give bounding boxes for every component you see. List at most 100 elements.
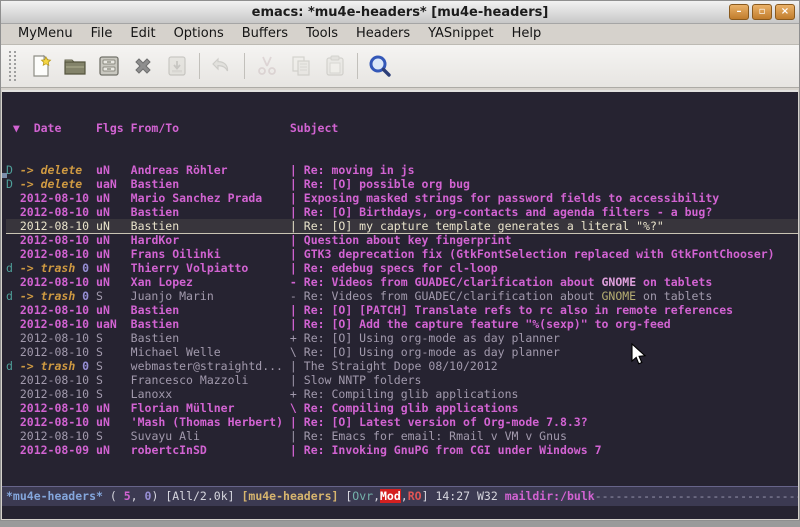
titlebar[interactable]: emacs: *mu4e-headers* [mu4e-headers] – ▫… bbox=[1, 1, 799, 24]
message-row[interactable]: 2012-08-10 uN 'Mash (Thomas Herbert) | R… bbox=[6, 415, 798, 429]
menu-item-yasnippet[interactable]: YASnippet bbox=[419, 24, 503, 44]
mark-target-digit bbox=[89, 387, 96, 401]
menu-item-tools[interactable]: Tools bbox=[297, 24, 347, 44]
message-row[interactable]: 2012-08-10 S Francesco Mazzoli | Slow NN… bbox=[6, 373, 798, 387]
scrollbar-thumb[interactable] bbox=[2, 173, 7, 178]
from-field: 'Mash (Thomas Herbert) bbox=[131, 415, 290, 429]
message-row[interactable]: 2012-08-10 S Michael Welle \ Re: [O] Usi… bbox=[6, 345, 798, 359]
menu-item-file[interactable]: File bbox=[82, 24, 122, 44]
message-row[interactable]: d -> trash 0 S Juanjo Marin - Re: Videos… bbox=[6, 289, 798, 303]
thread-indicator: + bbox=[290, 331, 304, 345]
modeline-text: ( bbox=[103, 489, 124, 503]
flags-field: uN bbox=[96, 219, 131, 233]
save-icon[interactable] bbox=[92, 50, 126, 82]
message-row[interactable]: 2012-08-10 uN Mario Sanchez Prada | Expo… bbox=[6, 191, 798, 205]
maximize-button[interactable]: ▫ bbox=[752, 4, 772, 20]
close-button[interactable]: × bbox=[775, 4, 795, 20]
mark-char bbox=[6, 303, 20, 317]
flags-field: uN bbox=[96, 205, 131, 219]
new-file-icon[interactable] bbox=[24, 50, 58, 82]
flags-field: uN bbox=[96, 303, 131, 317]
message-row[interactable]: d -> trash 0 S webmaster@straightd... | … bbox=[6, 359, 798, 373]
minimize-button[interactable]: – bbox=[729, 4, 749, 20]
message-row[interactable]: d -> trash 0 uN Thierry Volpiatto | Re: … bbox=[6, 261, 798, 275]
modeline[interactable]: *mu4e-headers* ( 5, 0) [All/2.0k] [mu4e-… bbox=[2, 486, 798, 506]
thread-indicator: | bbox=[290, 163, 304, 177]
menu-item-buffers[interactable]: Buffers bbox=[233, 24, 297, 44]
thread-indicator: | bbox=[290, 233, 304, 247]
menu-item-options[interactable]: Options bbox=[165, 24, 233, 44]
subject-field: Re: [O] Add the capture feature "%(sexp)… bbox=[304, 317, 671, 331]
menubar: MyMenuFileEditOptionsBuffersToolsHeaders… bbox=[1, 24, 799, 45]
menu-item-help[interactable]: Help bbox=[503, 24, 551, 44]
mark-target-digit bbox=[82, 163, 96, 177]
column-headers[interactable]: ▼ Date Flgs From/To Subject bbox=[6, 121, 798, 135]
from-field: Thierry Volpiatto bbox=[131, 261, 290, 275]
flags-field: S bbox=[96, 331, 131, 345]
message-row[interactable]: D -> delete uaN Bastien | Re: [O] possib… bbox=[6, 177, 798, 191]
window-title: emacs: *mu4e-headers* [mu4e-headers] bbox=[252, 5, 549, 20]
message-row[interactable]: 2012-08-10 S Bastien + Re: [O] Using org… bbox=[6, 331, 798, 345]
date-field: 2012-08-10 bbox=[20, 373, 89, 387]
message-row[interactable]: 2012-08-10 S Suvayu Ali | Re: Emacs for … bbox=[6, 429, 798, 443]
save-as-icon[interactable] bbox=[160, 50, 194, 82]
message-row[interactable]: 2012-08-10 S Lanoxx + Re: Compiling glib… bbox=[6, 387, 798, 401]
message-row[interactable]: 2012-08-10 uN HardKor | Question about k… bbox=[6, 233, 798, 247]
flags-field: uN bbox=[96, 261, 131, 275]
from-field: Bastien bbox=[131, 177, 290, 191]
mark-target-digit bbox=[89, 429, 96, 443]
mark-target-digit bbox=[89, 233, 96, 247]
message-row[interactable]: 2012-08-10 uN Xan Lopez - Re: Videos fro… bbox=[6, 275, 798, 289]
mark-char bbox=[6, 415, 20, 429]
toolbar-grip[interactable] bbox=[9, 51, 16, 81]
thread-indicator: | bbox=[290, 261, 304, 275]
modeline-count-unread: 5 bbox=[124, 489, 131, 503]
cut-icon[interactable] bbox=[250, 50, 284, 82]
menu-item-mymenu[interactable]: MyMenu bbox=[9, 24, 82, 44]
subject-field: Re: [O] Using org-mode as day planner bbox=[304, 345, 560, 359]
search-icon[interactable] bbox=[363, 50, 397, 82]
message-row[interactable]: 2012-08-09 uN robertcInSD | Re: Invoking… bbox=[6, 443, 798, 457]
thread-indicator: | bbox=[290, 443, 304, 457]
menu-item-headers[interactable]: Headers bbox=[347, 24, 419, 44]
mark-char bbox=[6, 219, 20, 233]
menu-item-edit[interactable]: Edit bbox=[121, 24, 164, 44]
flags-field: uN bbox=[96, 443, 131, 457]
flags-field: uN bbox=[96, 415, 131, 429]
undo-icon[interactable] bbox=[205, 50, 239, 82]
mark-char bbox=[6, 443, 20, 457]
thread-indicator: | bbox=[290, 303, 304, 317]
close-icon[interactable] bbox=[126, 50, 160, 82]
mark-target-digit bbox=[89, 415, 96, 429]
mark-char bbox=[6, 429, 20, 443]
message-row[interactable]: 2012-08-10 uN Frans Oilinki | GTK3 depre… bbox=[6, 247, 798, 261]
window-buttons: – ▫ × bbox=[729, 4, 795, 20]
mark-char bbox=[6, 401, 20, 415]
mark-char bbox=[6, 233, 20, 247]
date-field: 2012-08-10 bbox=[20, 401, 89, 415]
date-field: 2012-08-10 bbox=[20, 415, 89, 429]
from-field: Bastien bbox=[131, 317, 290, 331]
message-row[interactable]: D -> delete uN Andreas Röhler | Re: movi… bbox=[6, 163, 798, 177]
thread-indicator: - bbox=[290, 289, 304, 303]
flags-field: uaN bbox=[96, 317, 131, 331]
open-folder-icon[interactable] bbox=[58, 50, 92, 82]
message-row[interactable]: 2012-08-10 uN Bastien | Re: [O] [PATCH] … bbox=[6, 303, 798, 317]
message-row[interactable]: 2012-08-10 uN Bastien | Re: [O] Birthday… bbox=[6, 205, 798, 219]
message-row[interactable]: 2012-08-10 uN Bastien | Re: [O] my captu… bbox=[6, 219, 798, 234]
thread-indicator: | bbox=[290, 177, 304, 191]
mark-char: D bbox=[6, 163, 20, 177]
subject-field: Re: [O] Using org-mode as day planner bbox=[304, 331, 560, 345]
paste-icon[interactable] bbox=[318, 50, 352, 82]
message-row[interactable]: 2012-08-10 uN Florian Müllner \ Re: Comp… bbox=[6, 401, 798, 415]
from-field: Francesco Mazzoli bbox=[131, 373, 290, 387]
subject-field: Re: Videos from GUADEC/clarification abo… bbox=[304, 275, 713, 289]
mark-target-digit bbox=[89, 205, 96, 219]
mark-char bbox=[6, 247, 20, 261]
mark-char: d bbox=[6, 289, 20, 303]
message-row[interactable]: 2012-08-10 uaN Bastien | Re: [O] Add the… bbox=[6, 317, 798, 331]
mark-char bbox=[6, 191, 20, 205]
mark-target-digit bbox=[89, 401, 96, 415]
modeline-text: ] bbox=[422, 489, 436, 503]
copy-icon[interactable] bbox=[284, 50, 318, 82]
